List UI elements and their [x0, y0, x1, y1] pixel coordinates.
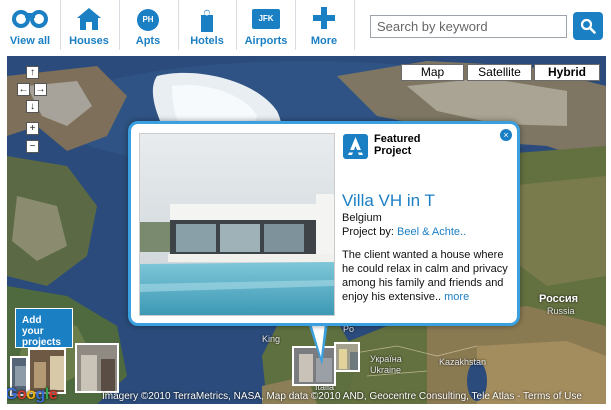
- pan-left-button[interactable]: ←: [17, 83, 30, 96]
- pan-down-button[interactable]: ↓: [26, 100, 39, 113]
- category-toolbar: View all Houses PH Apts Hotels JFK Airpo…: [0, 0, 611, 56]
- map-label-russia: Россия: [539, 293, 579, 305]
- plus-icon: [312, 6, 336, 35]
- map-type-map-button[interactable]: Map: [401, 64, 464, 81]
- category-more[interactable]: More: [295, 0, 353, 52]
- project-photo[interactable]: [139, 133, 335, 316]
- house-icon: [76, 7, 102, 36]
- category-label: View all: [9, 35, 51, 47]
- project-description: The client wanted a house where he could…: [342, 248, 517, 304]
- featured-project-popup: × Featured Project Villa VH in T Belgium…: [128, 121, 520, 326]
- search-input[interactable]: [370, 15, 567, 38]
- map-label-ukraina: Україна: [370, 354, 402, 364]
- map-label-kingdom: King: [262, 334, 281, 344]
- add-projects-button[interactable]: Add your projects: [15, 308, 73, 348]
- project-thumbnail[interactable]: [75, 343, 119, 393]
- map-label-ukraine: Ukraine: [370, 365, 402, 375]
- more-link[interactable]: more: [444, 291, 469, 303]
- category-houses[interactable]: Houses: [60, 0, 118, 52]
- zoom-in-button[interactable]: +: [26, 122, 39, 135]
- category-hotels[interactable]: Hotels: [178, 0, 236, 52]
- airport-badge-icon: JFK: [252, 9, 280, 29]
- featured-project-heading: Featured Project: [374, 133, 421, 157]
- project-by: Project by: Beel & Achte..: [342, 226, 466, 238]
- description-text: The client wanted a house where he could…: [342, 249, 508, 303]
- category-label: Apts: [135, 35, 161, 47]
- map-label-kazakhstan: Kazakhstan: [439, 357, 487, 367]
- featured-logo-icon: [343, 134, 368, 159]
- add-projects-line: Add: [22, 315, 42, 326]
- project-country: Belgium: [342, 212, 382, 224]
- project-thumbnail[interactable]: [334, 342, 360, 372]
- pan-up-button[interactable]: ↑: [26, 66, 39, 79]
- project-name-link[interactable]: Villa VH in T: [342, 191, 435, 211]
- divider: [354, 0, 355, 50]
- map-copyright-bar: Google Imagery ©2010 TerraMetrics, NASA,…: [7, 386, 606, 404]
- category-airports[interactable]: JFK Airports: [237, 0, 295, 52]
- category-view-all[interactable]: View all: [1, 0, 59, 52]
- category-label: Hotels: [190, 35, 224, 47]
- category-label: Houses: [69, 35, 109, 47]
- project-by-label: Project by:: [342, 226, 394, 238]
- popup-pointer-inner: [311, 323, 325, 357]
- search-button[interactable]: [573, 12, 603, 40]
- category-apts[interactable]: PH Apts: [119, 0, 177, 52]
- add-projects-line: your: [22, 326, 44, 337]
- map-type-hybrid-button[interactable]: Hybrid: [534, 64, 600, 81]
- google-logo: Google: [7, 386, 58, 403]
- apartment-badge-icon: PH: [137, 9, 159, 31]
- close-popup-button[interactable]: ×: [500, 129, 512, 141]
- door-hanger-icon: [199, 5, 215, 38]
- zoom-out-button[interactable]: −: [26, 140, 39, 153]
- pan-right-button[interactable]: →: [34, 83, 47, 96]
- map-type-satellite-button[interactable]: Satellite: [467, 64, 532, 81]
- binoculars-icon: [12, 7, 48, 36]
- copyright-text: Imagery ©2010 TerraMetrics, NASA, Map da…: [102, 391, 582, 402]
- category-label: Airports: [244, 35, 288, 47]
- add-projects-line: projects: [22, 337, 61, 348]
- architect-link[interactable]: Beel & Achte..: [397, 226, 466, 238]
- category-label: More: [310, 35, 338, 47]
- map-label-russia-latin: Russia: [547, 306, 575, 316]
